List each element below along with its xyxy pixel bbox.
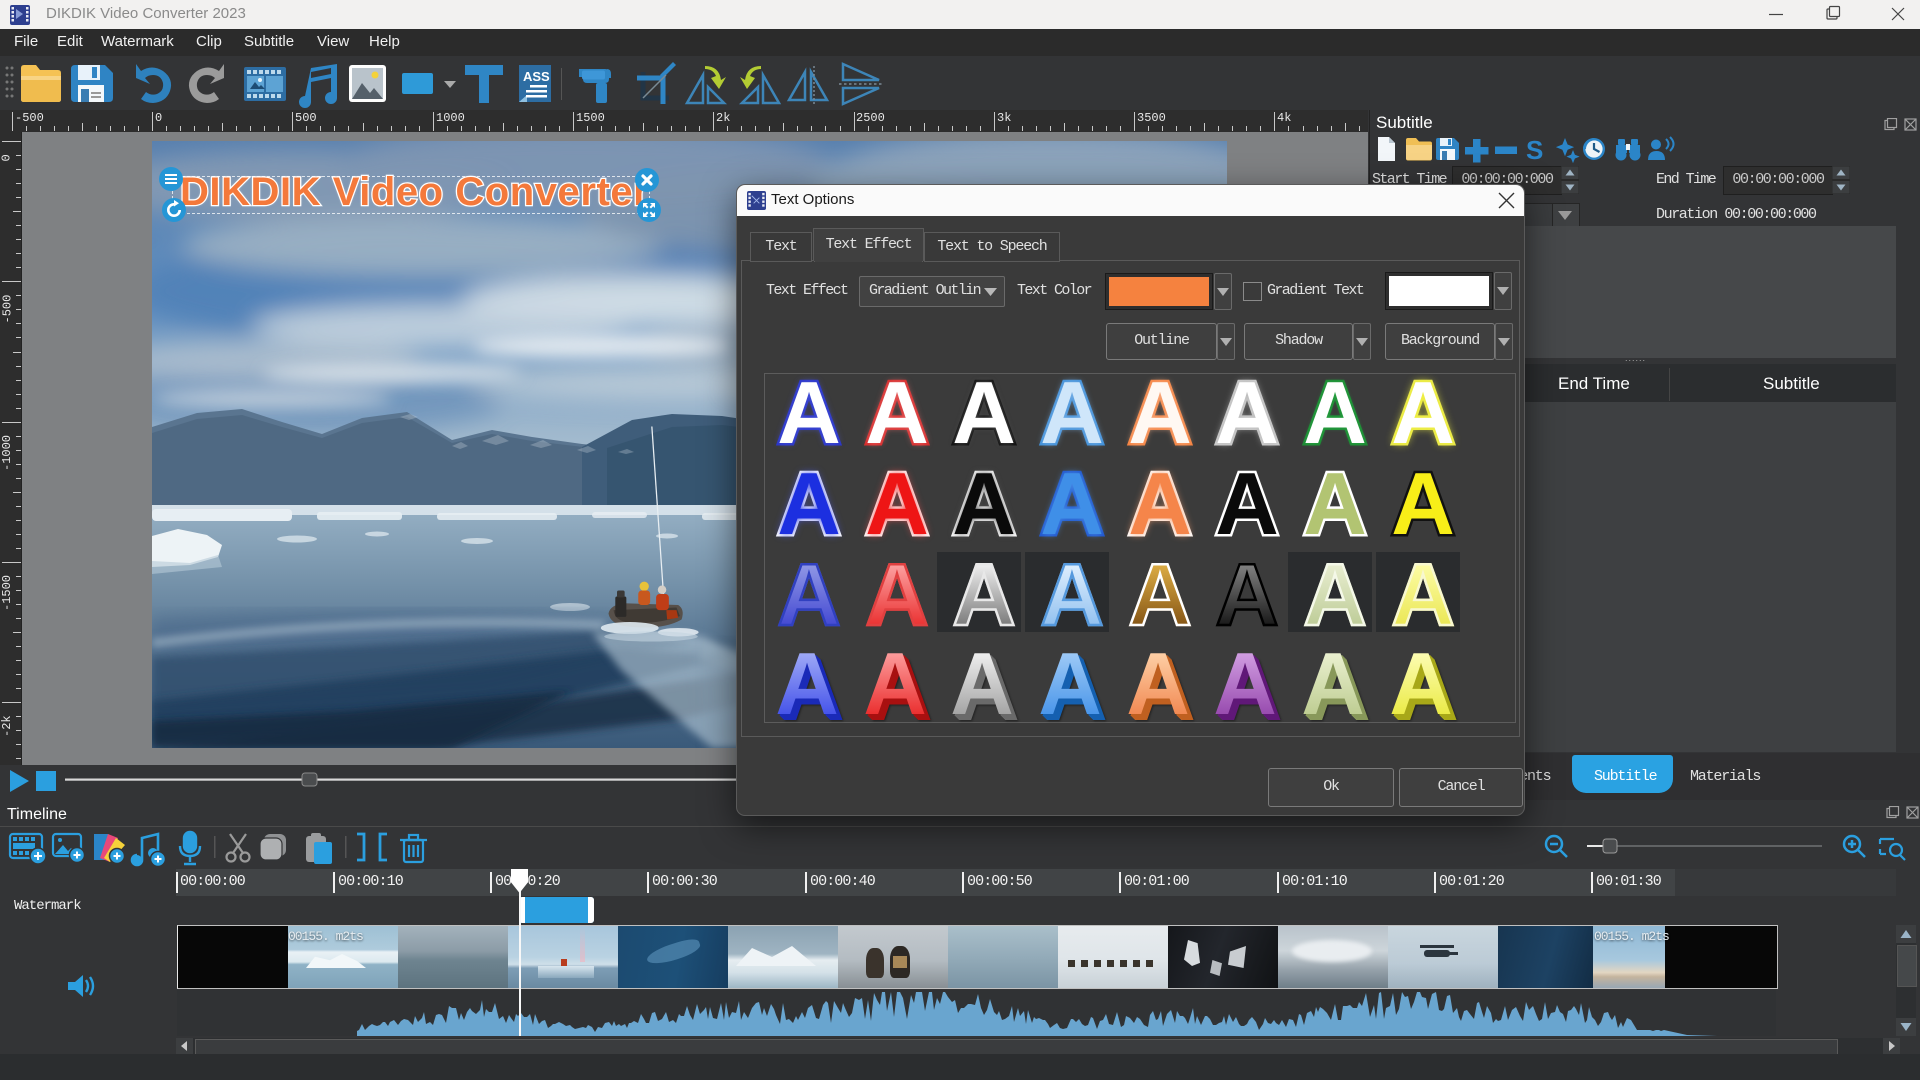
svg-text:S: S [1526, 135, 1543, 163]
svg-text:ASS: ASS [523, 69, 550, 84]
